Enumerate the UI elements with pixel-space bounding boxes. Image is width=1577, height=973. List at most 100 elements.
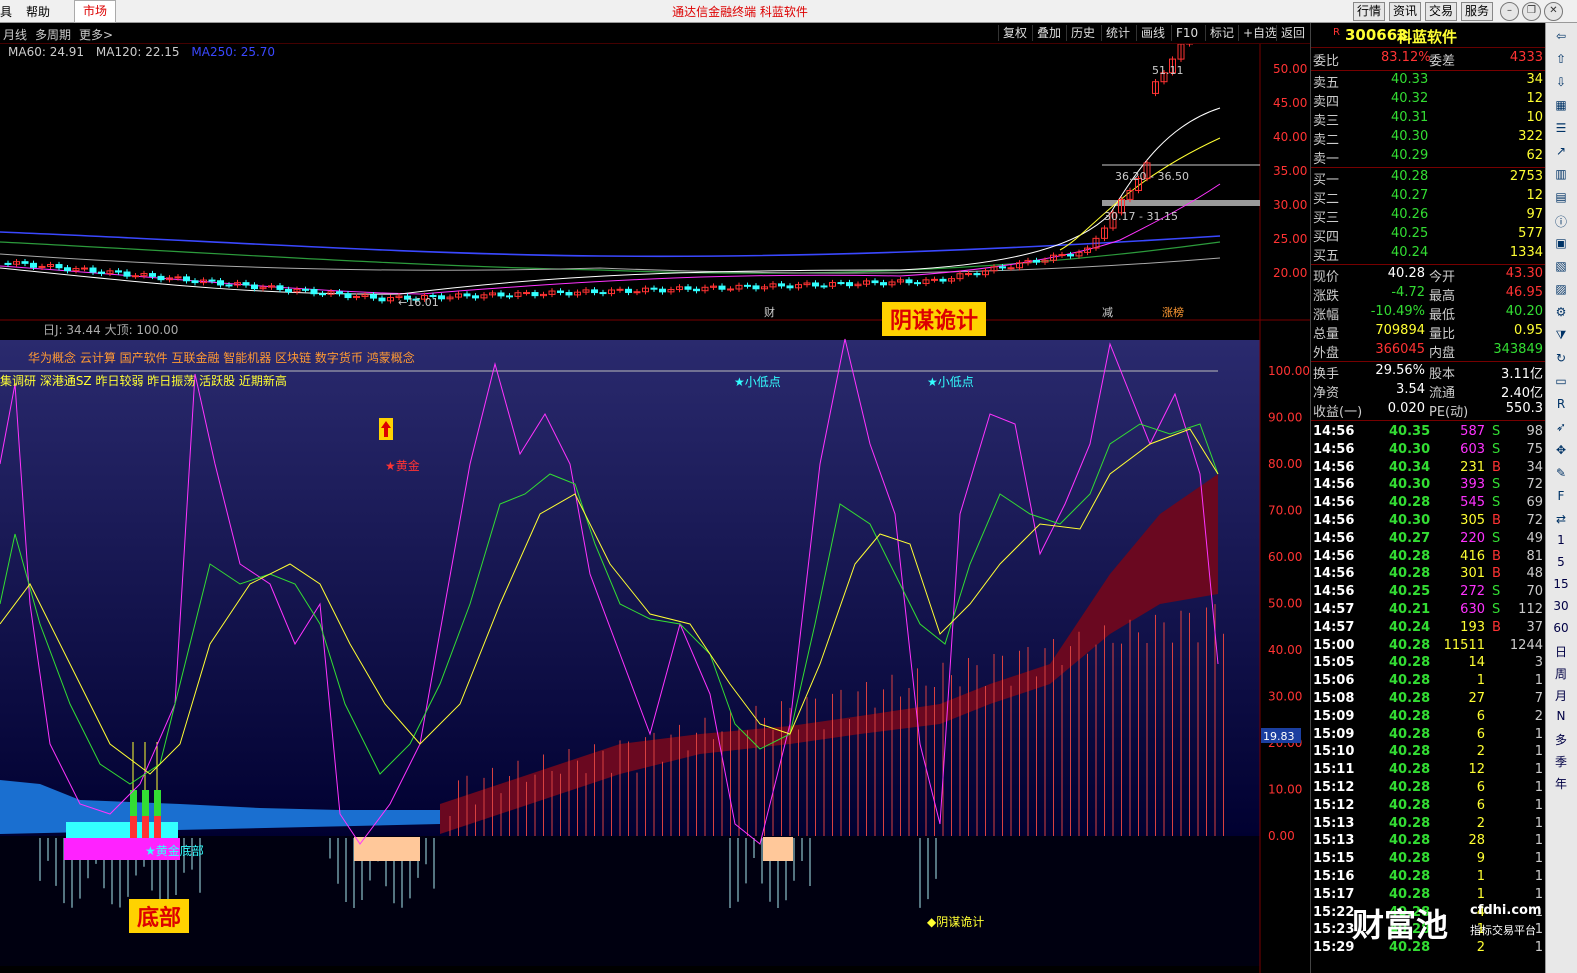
grid-icon[interactable]: ▦ (1551, 98, 1571, 116)
info-icon[interactable]: ⓘ (1551, 213, 1571, 231)
refresh-icon[interactable]: ↻ (1551, 351, 1571, 369)
arrow-up-icon[interactable]: ⇧ (1551, 52, 1571, 70)
candle-body (744, 284, 751, 287)
f5-icon[interactable]: F (1551, 489, 1571, 507)
candle-body (523, 292, 530, 295)
tool-icon[interactable]: ⚙ (1551, 305, 1571, 323)
candle-body (115, 270, 122, 273)
more-button[interactable]: 更多> (79, 26, 113, 43)
candle-body (208, 279, 216, 282)
service-button[interactable]: 服务 (1461, 2, 1494, 21)
news-button[interactable]: 资讯 (1389, 2, 1422, 21)
period-1-button[interactable]: 1 (1551, 533, 1571, 551)
trend-icon[interactable]: ↗ (1551, 144, 1571, 162)
candle-body (89, 267, 97, 273)
kline-chart[interactable]: 50.00 45.00 40.00 35.00 30.00 25.00 20.00 51.1… (0, 44, 1310, 973)
restore-icon[interactable]: ❐ (1522, 2, 1541, 21)
stock-name: 科蓝软件 (1397, 28, 1458, 46)
rsi-icon[interactable]: R (1551, 397, 1571, 415)
period-10-button[interactable]: 多 (1551, 731, 1571, 749)
trade-button[interactable]: 交易 (1425, 2, 1458, 21)
candle-body (625, 288, 632, 293)
overlay-button[interactable]: 叠加 (1032, 25, 1065, 41)
monthly-button[interactable]: 月线 (3, 26, 27, 43)
link-icon[interactable]: ⇄ (1551, 512, 1571, 530)
watermark-site: cfdhi.com (1470, 903, 1542, 918)
filter-icon[interactable]: ⧩ (1551, 328, 1571, 346)
candle-body (1067, 254, 1074, 257)
bid-row: 买二 40.27 12 (1313, 188, 1543, 207)
conspiracy-label: 阴谋诡计 (882, 302, 987, 336)
minimize-icon[interactable]: – (1500, 2, 1519, 21)
signal-icon[interactable]: ➶ (1551, 420, 1571, 438)
candle-body (557, 290, 564, 294)
move-icon[interactable]: ✥ (1551, 443, 1571, 461)
pencil-icon[interactable]: ✎ (1551, 466, 1571, 484)
side-toolbar: ⇦ ⇧ ⇩ ▦ ☰ ↗ ▥ ▤ ⓘ ▣ ▧ ▨ ⚙ ⧩ ↻ ▭ R ➶ ✥ ✎ F ⇄ 1 5 15 30 60 日周月 N 多季年 (1545, 23, 1577, 973)
tick-row: 14:56 40.34 231 B 34 (1313, 459, 1543, 475)
period-8-button[interactable]: 月 (1551, 687, 1571, 705)
period-6-button[interactable]: 日 (1551, 643, 1571, 661)
add-watchlist-button[interactable]: +自选 (1238, 25, 1281, 41)
monitor-icon[interactable]: ▭ (1551, 374, 1571, 392)
ratio-label: 委比 (1313, 54, 1340, 69)
indicator-title: 日J: 34.44 大顶: 100.00 (43, 323, 179, 337)
draw-button[interactable]: 画线 (1136, 25, 1169, 41)
watermark-logo: 财富池 (1352, 906, 1449, 944)
list-icon[interactable]: ☰ (1551, 121, 1571, 139)
cyan-block (66, 822, 178, 838)
multi-period-button[interactable]: 多周期 (35, 26, 71, 43)
period-5-button[interactable]: 60 (1551, 621, 1571, 639)
arrow-left-icon[interactable]: ⇦ (1551, 29, 1571, 47)
stats-button[interactable]: 统计 (1101, 25, 1134, 41)
price-axis: 50.00 45.00 40.00 35.00 30.00 25.00 20.00 (1273, 62, 1307, 280)
diff-label: 委差 (1429, 54, 1456, 69)
candle-body (378, 297, 386, 302)
candle-body (531, 292, 539, 297)
quote-button[interactable]: 行情 (1353, 2, 1386, 21)
history-button[interactable]: 历史 (1066, 25, 1099, 41)
period-3-button[interactable]: 15 (1551, 577, 1571, 595)
price-tick: 20.00 (1273, 266, 1307, 280)
ask-row: 卖五 40.33 34 (1313, 72, 1543, 91)
chart-icon[interactable]: ▤ (1551, 190, 1571, 208)
book-icon[interactable]: ▣ (1551, 236, 1571, 254)
margin-flag: R (1333, 27, 1340, 38)
chart-toolbar: 月线 多周期 更多> 复权 叠加 历史 统计 画线 F10 标记 +自选 返回 (0, 23, 1310, 44)
period-2-button[interactable]: 5 (1551, 555, 1571, 573)
f10-button[interactable]: F10 (1171, 25, 1202, 41)
period-7-button[interactable]: 周 (1551, 665, 1571, 683)
candle-icon[interactable]: ▥ (1551, 167, 1571, 185)
price-tick: 30.00 (1273, 198, 1307, 212)
tick-row: 14:56 40.27 220 S 49 (1313, 530, 1543, 546)
candle-body (616, 288, 624, 291)
period-11-button[interactable]: 季 (1551, 753, 1571, 771)
k-line (0, 423, 1219, 785)
ask-row: 卖一 40.29 62 (1313, 148, 1543, 167)
price-tick: 25.00 (1273, 232, 1307, 246)
tick-row: 15:08 40.28 27 7 (1313, 691, 1543, 706)
gap1-annotation: 36.20 - 36.50 (1115, 170, 1189, 183)
menu-help[interactable]: 帮助 (26, 3, 50, 20)
period-12-button[interactable]: 年 (1551, 775, 1571, 793)
close-icon[interactable]: ✕ (1544, 2, 1563, 21)
menu-tools[interactable]: 具 (0, 3, 12, 20)
tick-row: 15:11 40.28 12 1 (1313, 762, 1543, 778)
period-9-button[interactable]: N (1551, 709, 1571, 727)
period-4-button[interactable]: 30 (1551, 599, 1571, 617)
mark-button[interactable]: 标记 (1205, 25, 1238, 41)
calc-icon[interactable]: ▧ (1551, 259, 1571, 277)
quote-row: 现价 40.28 今开 43.30 (1313, 266, 1543, 285)
back-button[interactable]: 返回 (1276, 25, 1309, 41)
candle-body (633, 291, 641, 294)
quote-row: 外盘 366045 内盘 343849 (1313, 342, 1543, 361)
candle-body (157, 275, 165, 281)
fund-icon[interactable]: ▨ (1551, 282, 1571, 300)
quote-row: 涨幅 -10.49% 最低 40.20 (1313, 304, 1543, 323)
indicator-tick: 70.00 (1268, 504, 1302, 518)
order-ratio-row: 委比 83.12% 委差 4333 (1311, 50, 1545, 69)
adjust-button[interactable]: 复权 (998, 25, 1031, 41)
arrow-down-icon[interactable]: ⇩ (1551, 75, 1571, 93)
candle-body (820, 285, 828, 288)
menu-market[interactable]: 市场 (74, 0, 116, 23)
